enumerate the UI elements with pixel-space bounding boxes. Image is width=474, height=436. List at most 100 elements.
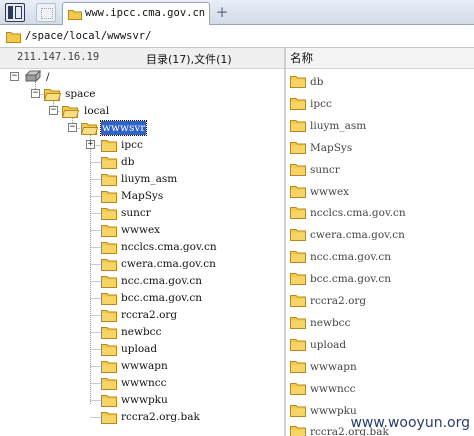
tree-node[interactable]: rccra2.org.bak xyxy=(0,409,240,426)
folder-icon xyxy=(101,308,117,325)
tree-node[interactable]: wwwncc xyxy=(0,375,240,392)
folder-icon xyxy=(290,118,306,135)
tree-node[interactable]: cwera.cma.gov.cn xyxy=(0,256,240,273)
tree-label-selected: wwwsvr xyxy=(99,120,148,136)
folder-icon xyxy=(290,424,306,436)
collapse-icon[interactable]: − xyxy=(49,106,58,115)
info-bar: 211.147.16.19 目录(17),文件(1) xyxy=(0,48,284,69)
tree-node[interactable]: ncc.cma.gov.cn xyxy=(0,273,240,290)
tree-node[interactable]: suncr xyxy=(0,205,240,222)
tree-label: ncclcs.cma.gov.cn xyxy=(121,241,217,253)
list-item[interactable]: ipcc xyxy=(286,95,474,113)
folder-icon xyxy=(290,293,306,310)
folder-icon xyxy=(290,315,306,332)
folder-icon xyxy=(101,172,117,189)
tree-label: wwwncc xyxy=(121,377,167,389)
list-item[interactable]: wwwex xyxy=(286,183,474,201)
tree-label: bcc.cma.gov.cn xyxy=(121,292,202,304)
folder-icon xyxy=(101,223,117,240)
folder-icon xyxy=(290,359,306,376)
path-value: /space/local/wwwsvr/ xyxy=(25,30,152,42)
tree-node-root[interactable]: − / xyxy=(0,69,80,86)
folder-icon xyxy=(101,342,117,359)
folder-icon xyxy=(290,184,306,201)
tree-label: MapSys xyxy=(121,190,164,202)
list-item[interactable]: bcc.cma.gov.cn xyxy=(286,270,474,288)
tree-node-space[interactable]: − space xyxy=(0,86,120,103)
list-item[interactable]: liuym_asm xyxy=(286,117,474,135)
folder-icon xyxy=(101,325,117,342)
collapse-icon[interactable]: − xyxy=(10,72,19,81)
list-item-label: wwwex xyxy=(310,185,350,198)
list-item-label: suncr xyxy=(310,163,340,176)
tab-bar: www.ipcc.cma.gov.cn + xyxy=(0,0,474,25)
folder-icon xyxy=(101,138,117,155)
list-item[interactable]: rccra2.org xyxy=(286,292,474,310)
blank-window-icon[interactable] xyxy=(36,3,56,22)
list-item-label: upload xyxy=(310,338,347,351)
list-item-label: wwwncc xyxy=(310,382,356,395)
collapse-icon[interactable]: − xyxy=(68,123,77,132)
tab-label: www.ipcc.cma.gov.cn xyxy=(85,7,206,19)
list-item-label: rccra2.org xyxy=(310,295,367,307)
list-item[interactable]: ncclcs.cma.gov.cn xyxy=(286,204,474,222)
expand-icon[interactable]: + xyxy=(86,140,95,149)
tree-node[interactable]: db xyxy=(0,154,240,171)
list-item[interactable]: suncr xyxy=(286,161,474,179)
tree-label: cwera.cma.gov.cn xyxy=(121,258,216,270)
tab-ipcc[interactable]: www.ipcc.cma.gov.cn xyxy=(62,2,210,25)
list-item-label: bcc.cma.gov.cn xyxy=(310,273,391,286)
tree-label: space xyxy=(65,88,96,100)
folder-icon xyxy=(101,155,117,172)
list-item[interactable]: ncc.cma.gov.cn xyxy=(286,248,474,266)
path-field[interactable]: /space/local/wwwsvr/ xyxy=(0,26,474,48)
tree-label: liuym_asm xyxy=(121,173,178,185)
tree-node[interactable]: rccra2.org xyxy=(0,307,240,324)
list-item-label: newbcc xyxy=(310,316,351,329)
folder-icon xyxy=(101,274,117,291)
tree-label: ncc.cma.gov.cn xyxy=(121,275,203,287)
tree-node[interactable]: upload xyxy=(0,341,240,358)
tree-node[interactable]: bcc.cma.gov.cn xyxy=(0,290,240,307)
folder-icon xyxy=(290,249,306,266)
folder-icon xyxy=(290,403,306,420)
list-item[interactable]: MapSys xyxy=(286,139,474,157)
folder-icon xyxy=(101,240,117,257)
folder-icon xyxy=(290,227,306,244)
folder-list: db ipcc liuym_asm MapSys suncr wwwex ncclcs.cm… xyxy=(286,69,474,436)
tree-label: newbcc xyxy=(121,326,162,338)
list-item[interactable]: wwwapn xyxy=(286,358,474,376)
folder-icon xyxy=(101,189,117,206)
folder-icon xyxy=(101,410,117,427)
list-item-label: db xyxy=(310,76,324,88)
list-item[interactable]: upload xyxy=(286,336,474,354)
folder-open-icon xyxy=(44,89,61,101)
folder-icon xyxy=(290,381,306,398)
collapse-icon[interactable]: − xyxy=(31,89,40,98)
tree-node[interactable]: newbcc xyxy=(0,324,240,341)
folder-tree: − / − space − local − wwwsvr + ipcc db liuy… xyxy=(0,69,284,436)
new-tab-button[interactable]: + xyxy=(214,3,230,21)
list-item[interactable]: wwwncc xyxy=(286,380,474,398)
tree-label: wwwpku xyxy=(121,394,168,406)
name-column-header[interactable]: 名称 xyxy=(286,48,474,69)
list-item[interactable]: newbcc xyxy=(286,314,474,332)
tree-node[interactable]: + ipcc xyxy=(0,137,240,154)
tree-node[interactable]: wwwex xyxy=(0,222,240,239)
folder-icon xyxy=(101,359,117,376)
list-item[interactable]: db xyxy=(286,73,474,91)
tree-node-wwwsvr[interactable]: − wwwsvr xyxy=(0,120,160,137)
panel-toggle-icon[interactable] xyxy=(5,3,25,22)
tree-node[interactable]: wwwpku xyxy=(0,392,240,409)
tree-node[interactable]: wwwapn xyxy=(0,358,240,375)
tree-node-local[interactable]: − local xyxy=(0,103,140,120)
server-ip: 211.147.16.19 xyxy=(17,51,100,63)
list-item-label: MapSys xyxy=(310,141,353,154)
list-item[interactable]: cwera.cma.gov.cn xyxy=(286,226,474,244)
tree-label: db xyxy=(121,156,135,168)
tree-node[interactable]: ncclcs.cma.gov.cn xyxy=(0,239,240,256)
list-item-label: ncc.cma.gov.cn xyxy=(310,251,392,264)
tree-node[interactable]: MapSys xyxy=(0,188,240,205)
folder-icon xyxy=(290,74,306,91)
tree-node[interactable]: liuym_asm xyxy=(0,171,240,188)
